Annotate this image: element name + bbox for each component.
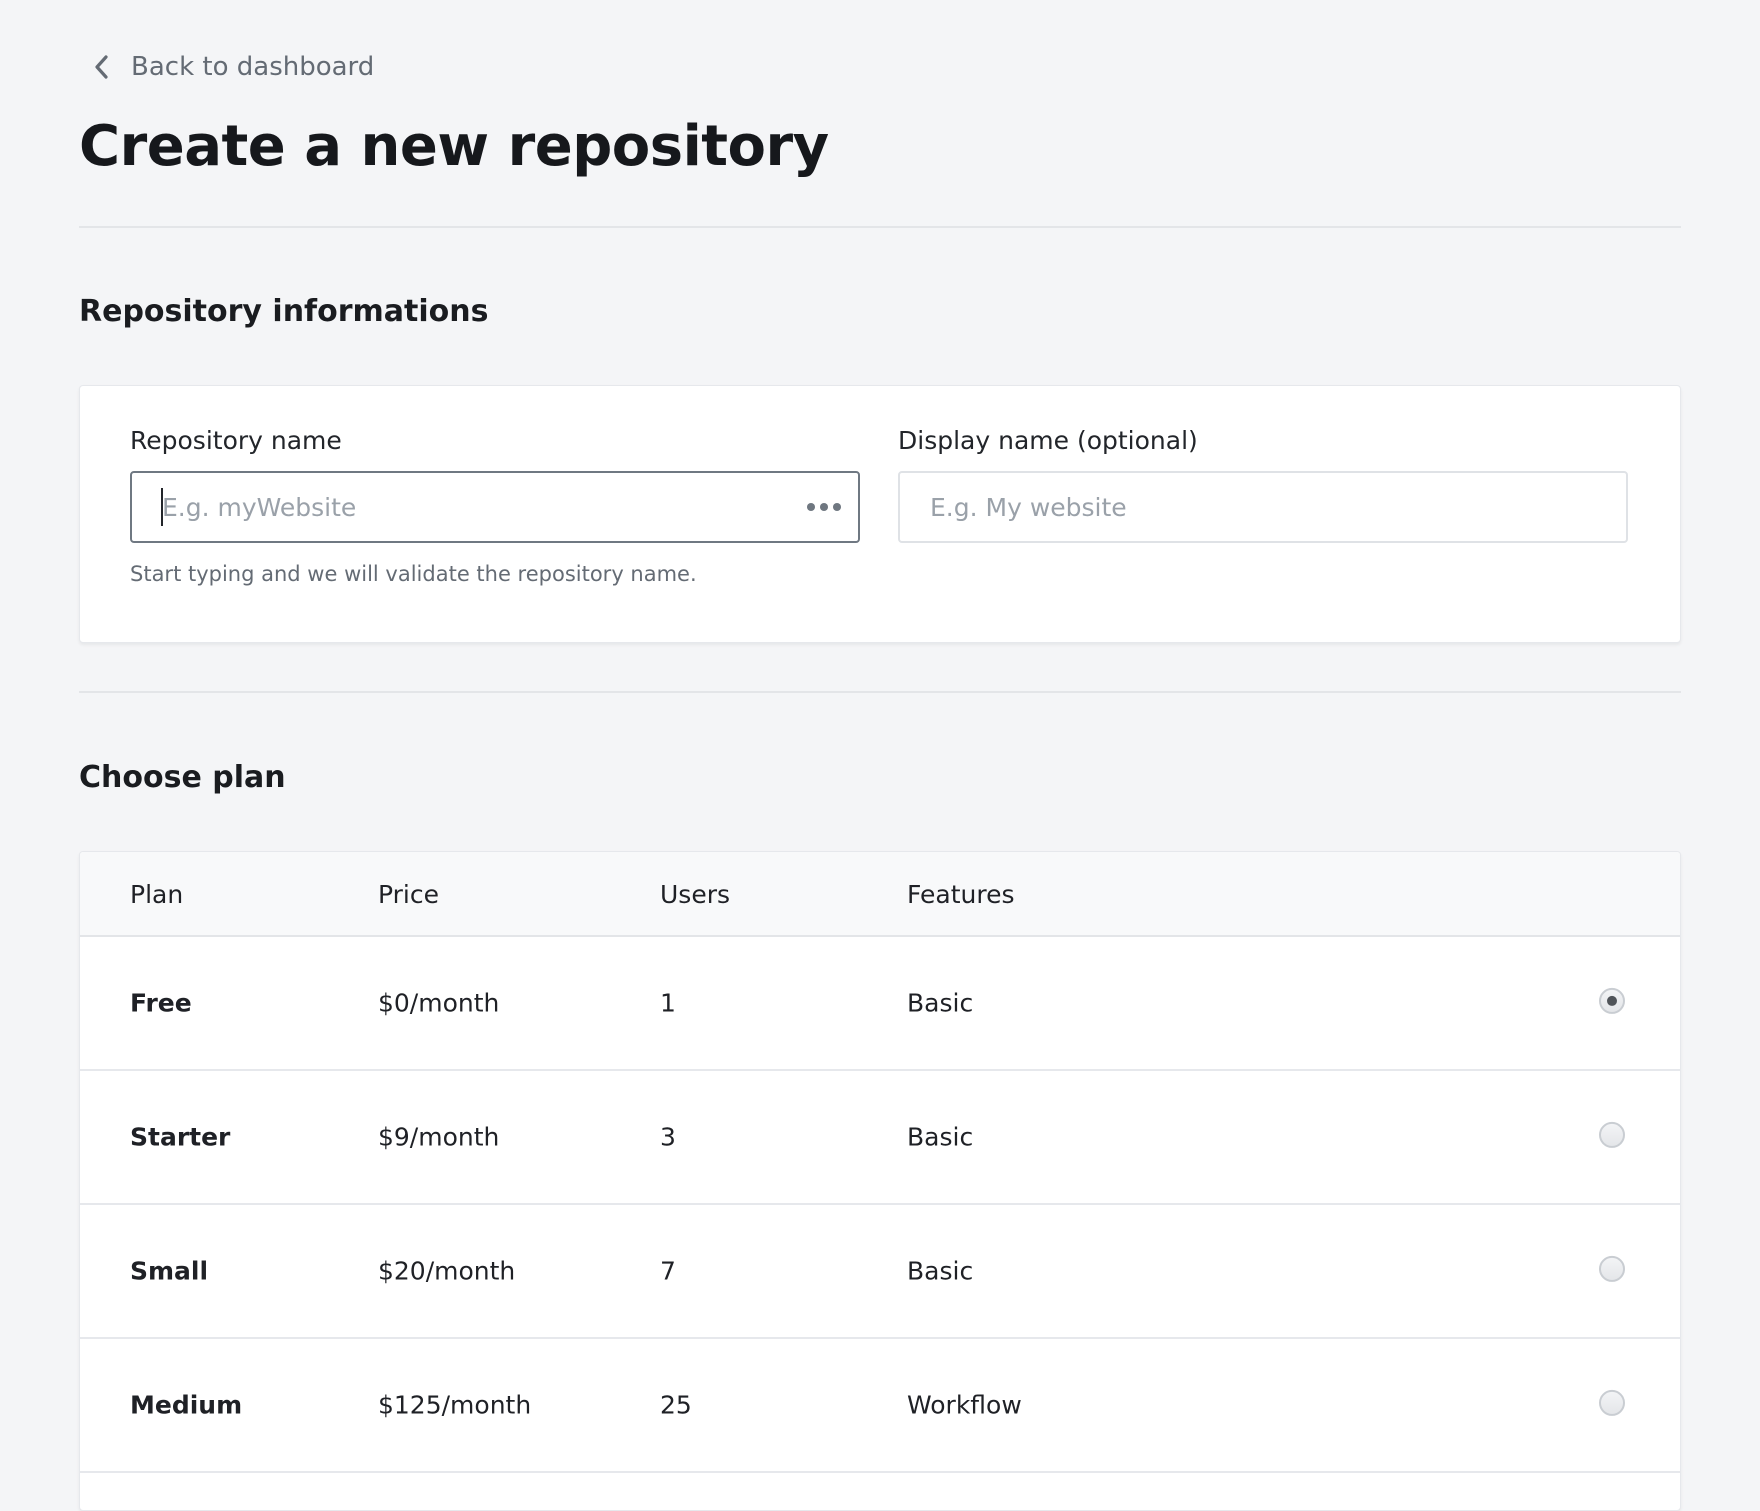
repo-name-input[interactable] [130,471,860,543]
repo-name-hint: Start typing and we will validate the re… [130,562,697,586]
plan-row-medium[interactable]: Medium $125/month 25 Workflow [80,1339,1680,1473]
section-divider [79,691,1681,693]
plan-users: 7 [660,1256,676,1286]
repository-info-section-title: Repository informations [79,294,489,329]
page-title: Create a new repository [79,114,829,179]
repo-name-label: Repository name [130,426,342,455]
plan-radio-starter[interactable] [1599,1121,1625,1148]
table-header: Plan Price Users Features [80,852,1680,937]
plan-name: Medium [130,1390,243,1420]
chevron-left-icon [95,55,108,79]
header-divider [79,226,1681,228]
display-name-label: Display name (optional) [898,426,1198,455]
back-link-label: Back to dashboard [131,52,375,82]
plan-features: Basic [907,1256,974,1286]
plan-users: 25 [660,1390,692,1420]
plan-radio-small[interactable] [1599,1255,1625,1282]
column-header-price: Price [378,880,439,909]
column-header-users: Users [660,880,731,909]
repository-info-card: Repository name Start typing and we will… [79,385,1681,643]
plan-name: Starter [130,1122,231,1152]
ellipsis-icon [807,503,841,511]
back-to-dashboard-link[interactable]: Back to dashboard [91,52,374,82]
plan-price: $125/month [378,1390,532,1420]
plan-row-starter[interactable]: Starter $9/month 3 Basic [80,1071,1680,1205]
plan-name: Small [130,1256,209,1286]
plan-users: 1 [660,988,676,1018]
plan-features: Workflow [907,1390,1022,1420]
plan-name: Free [130,988,192,1018]
plan-users: 3 [660,1122,676,1152]
choose-plan-section-title: Choose plan [79,760,286,795]
plan-features: Basic [907,988,974,1018]
plan-radio-medium[interactable] [1599,1389,1625,1416]
plan-price: $9/month [378,1122,500,1152]
plan-table: Plan Price Users Features Free $0/month … [79,851,1681,1511]
plan-features: Basic [907,1122,974,1152]
plan-radio-free[interactable] [1599,987,1625,1014]
column-header-features: Features [907,880,1015,909]
plan-price: $0/month [378,988,500,1018]
text-caret [161,488,163,526]
column-header-plan: Plan [130,880,184,909]
display-name-input[interactable] [898,471,1628,543]
plan-row-free[interactable]: Free $0/month 1 Basic [80,937,1680,1071]
plan-row-small[interactable]: Small $20/month 7 Basic [80,1205,1680,1339]
plan-price: $20/month [378,1256,516,1286]
